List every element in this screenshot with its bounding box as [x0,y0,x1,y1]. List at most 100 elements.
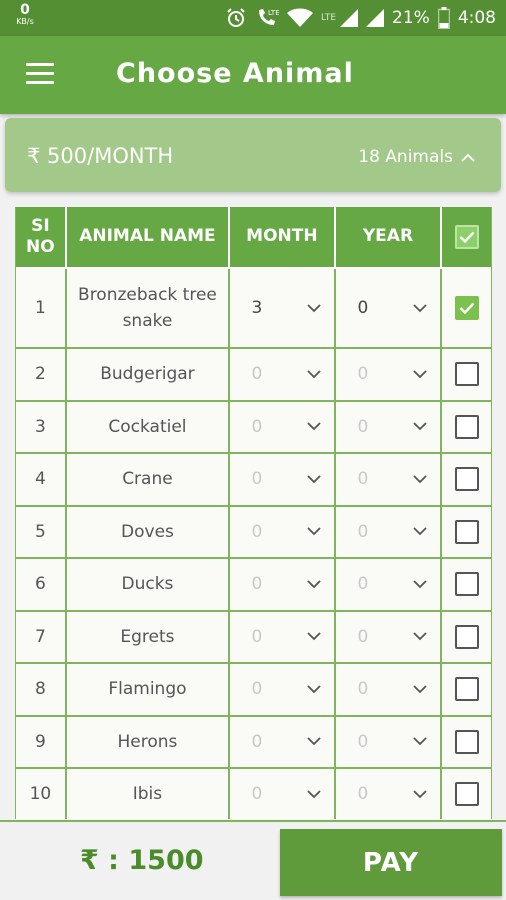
month-dropdown[interactable]: 0 [243,469,321,489]
row-number: 7 [34,626,46,647]
year-value: 0 [357,784,369,805]
table-row: 6 Ducks 0 0 [16,559,491,612]
animal-name: Bronzeback tree snake [78,284,217,331]
row-number: 9 [34,731,46,752]
table-row: 8 Flamingo 0 0 [16,664,491,717]
year-cell: 0 [336,454,443,505]
chevron-down-icon [413,422,427,431]
chevron-up-icon [461,153,475,162]
year-dropdown[interactable]: 0 [349,298,427,318]
year-cell: 0 [336,716,443,767]
checkmark-icon [459,302,474,314]
row-number: 6 [34,574,46,595]
chevron-down-icon [413,303,427,312]
row-number: 1 [34,298,46,318]
row-number-cell: 4 [16,454,67,505]
table-row: 4 Crane 0 0 [16,454,491,507]
month-dropdown[interactable]: 0 [243,417,321,437]
row-number: 3 [34,416,46,437]
year-dropdown[interactable]: 0 [349,364,427,384]
row-number-cell: 5 [16,506,67,557]
row-number: 2 [34,364,46,385]
month-value: 0 [251,784,263,805]
year-dropdown[interactable]: 0 [349,469,427,489]
signal-icon [340,9,359,27]
animal-count-toggle[interactable]: 18 Animals [358,147,475,167]
month-cell: 0 [230,611,336,662]
row-number-cell: 8 [16,664,67,715]
animal-name: Ducks [121,574,174,595]
pay-button[interactable]: PAY [280,829,502,896]
month-dropdown[interactable]: 0 [243,522,321,542]
select-all-checkbox[interactable] [454,225,479,249]
select-cell [442,559,491,610]
row-number: 8 [34,679,46,700]
month-value: 0 [251,469,263,490]
animal-name-cell: Crane [67,454,231,505]
row-checkbox[interactable] [454,624,479,649]
year-dropdown[interactable]: 0 [349,417,427,437]
month-dropdown[interactable]: 3 [243,298,321,318]
year-dropdown[interactable]: 0 [349,679,427,699]
month-dropdown[interactable]: 0 [243,679,321,699]
month-value: 0 [251,521,263,542]
clock-time: 4:08 [457,8,496,28]
row-number-cell: 9 [16,716,67,767]
year-dropdown[interactable]: 0 [349,522,427,542]
year-cell: 0 [336,506,443,557]
table-row: 10 Ibis 0 0 [16,769,491,819]
row-checkbox[interactable] [454,677,479,702]
row-checkbox[interactable] [454,467,479,492]
month-value: 0 [251,679,263,700]
select-cell [442,664,491,715]
header-si: SI [31,215,50,236]
select-cell [442,269,491,347]
month-cell: 0 [230,664,336,715]
table-row: 5 Doves 0 0 [16,506,491,559]
plan-summary-card[interactable]: ₹ 500/MONTH 18 Animals [5,118,501,192]
animal-name: Ibis [132,784,163,805]
chevron-down-icon [413,685,427,694]
month-value: 0 [251,574,263,595]
chevron-down-icon [307,790,321,799]
month-dropdown[interactable]: 0 [243,627,321,647]
hamburger-menu-icon[interactable] [26,63,54,85]
alarm-icon [227,8,245,27]
status-bar: 0 KB/s LTE LTE 21% 4:08 [0,0,506,36]
table-body: 1 Bronzeback tree snake 3 0 2 Budgerigar 0 0 3 Co… [16,269,491,819]
row-checkbox[interactable] [454,782,479,807]
chevron-down-icon [307,422,321,431]
row-checkbox[interactable] [454,729,479,754]
row-checkbox[interactable] [454,296,479,320]
network-speed: 0 KB/s [10,3,40,26]
row-checkbox[interactable] [454,414,479,439]
header-month: MONTH [230,207,336,267]
app-bar: Choose Animal [0,36,506,114]
chevron-down-icon [307,580,321,589]
year-value: 0 [357,574,369,595]
month-value: 3 [251,298,263,318]
row-checkbox[interactable] [454,362,479,387]
year-dropdown[interactable]: 0 [349,574,427,594]
year-value: 0 [357,626,369,647]
month-dropdown[interactable]: 0 [243,784,321,804]
row-checkbox[interactable] [454,572,479,597]
row-number-cell: 10 [16,769,67,819]
chevron-down-icon [307,685,321,694]
plan-price: ₹ 500/MONTH [27,144,174,168]
animal-count-label: 18 Animals [358,147,453,167]
chevron-down-icon [413,475,427,484]
month-value: 0 [251,731,263,752]
month-dropdown[interactable]: 0 [243,364,321,384]
month-dropdown[interactable]: 0 [243,574,321,594]
month-dropdown[interactable]: 0 [243,732,321,752]
select-cell [442,717,491,768]
year-dropdown[interactable]: 0 [349,732,427,752]
table-row: 2 Budgerigar 0 0 [16,349,491,402]
year-dropdown[interactable]: 0 [349,784,427,804]
row-number: 10 [29,784,52,805]
animal-name: Doves [121,521,174,542]
select-cell [442,612,491,663]
year-dropdown[interactable]: 0 [349,627,427,647]
row-checkbox[interactable] [454,519,479,544]
